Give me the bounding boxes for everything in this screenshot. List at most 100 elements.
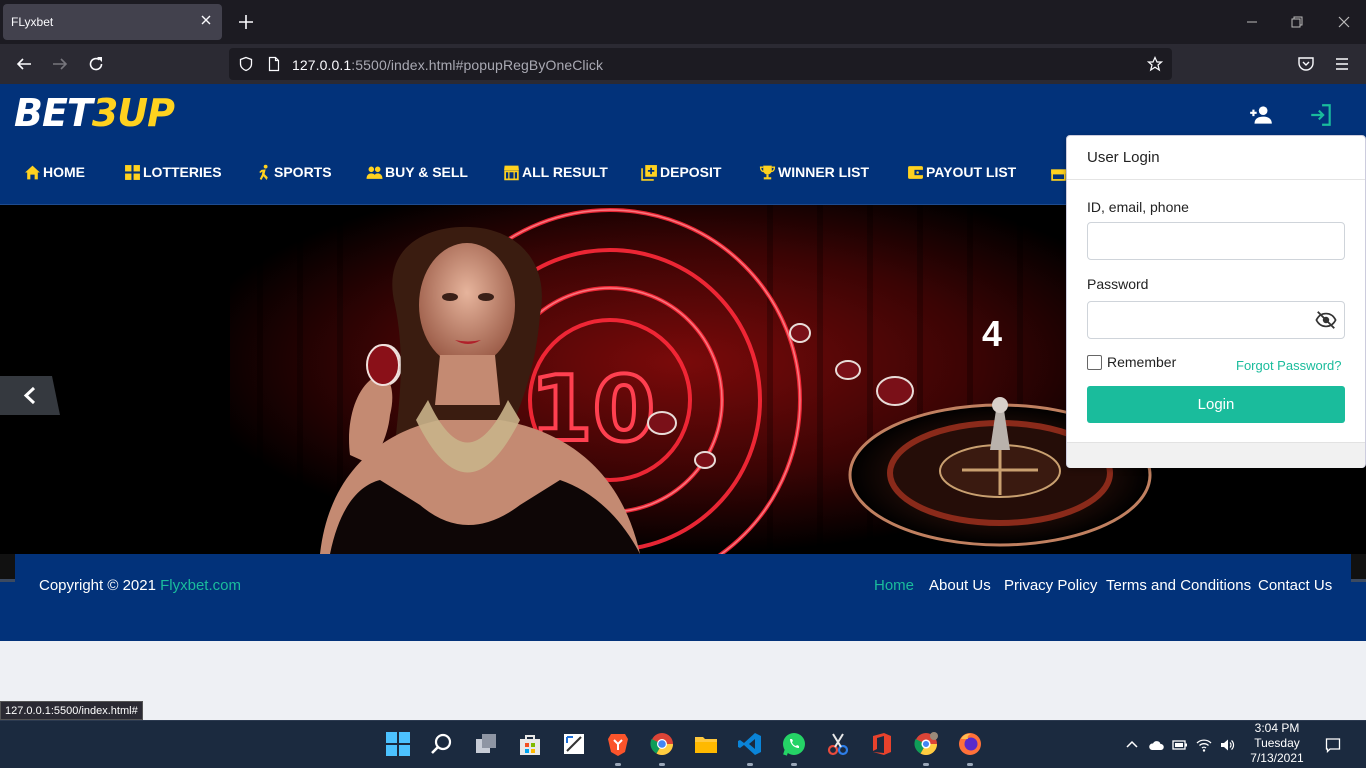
logo-accent-text: 3UP bbox=[91, 91, 175, 135]
new-tab-icon[interactable] bbox=[236, 12, 256, 32]
id-email-phone-input[interactable] bbox=[1087, 222, 1345, 260]
remember-label: Remember bbox=[1107, 354, 1177, 370]
menu-item-sports[interactable]: SPORTS bbox=[255, 162, 332, 182]
pocket-icon[interactable] bbox=[1296, 54, 1316, 74]
close-tab-icon[interactable] bbox=[199, 13, 213, 27]
clock-date: 7/13/2021 bbox=[1250, 751, 1304, 765]
login-footer bbox=[1067, 442, 1365, 468]
add-box-icon bbox=[641, 164, 657, 181]
menu-label: HOME bbox=[43, 164, 85, 180]
page-icon[interactable] bbox=[266, 56, 282, 72]
password-input[interactable] bbox=[1087, 301, 1345, 339]
footer-link-privacy[interactable]: Privacy Policy bbox=[1004, 577, 1097, 594]
runner-icon bbox=[259, 164, 268, 180]
back-icon[interactable] bbox=[14, 54, 34, 74]
login-title: User Login bbox=[1087, 149, 1160, 166]
task-view-icon[interactable] bbox=[473, 731, 499, 757]
wifi-icon[interactable] bbox=[1196, 737, 1212, 753]
grid-icon bbox=[125, 164, 140, 180]
menu-item-buy-sell[interactable]: BUY & SELL bbox=[366, 162, 468, 182]
battery-icon[interactable] bbox=[1172, 737, 1188, 753]
reload-icon[interactable] bbox=[86, 54, 106, 74]
toggle-password-visibility-icon[interactable] bbox=[1315, 309, 1337, 331]
menu-item-winner-list[interactable]: WINNER LIST bbox=[759, 162, 869, 182]
store-app-icon[interactable] bbox=[517, 731, 543, 757]
copyright-text: Copyright © 2021 Flyxbet.com bbox=[39, 577, 241, 594]
people-icon bbox=[366, 166, 383, 179]
whatsapp-icon[interactable] bbox=[781, 731, 807, 757]
bookmark-star-icon[interactable] bbox=[1147, 56, 1163, 72]
volume-icon[interactable] bbox=[1219, 737, 1235, 753]
chevron-up-icon[interactable] bbox=[1124, 737, 1140, 753]
menu-label: ALL RESULT bbox=[522, 164, 608, 180]
search-icon[interactable] bbox=[429, 731, 455, 757]
remember-checkbox[interactable] bbox=[1087, 355, 1102, 370]
brave-browser-icon[interactable] bbox=[605, 731, 631, 757]
browser-tab[interactable]: FLyxbet bbox=[3, 4, 222, 40]
tab-title: FLyxbet bbox=[11, 15, 54, 29]
taskbar-clock[interactable]: 3:04 PM Tuesday 7/13/2021 bbox=[1244, 721, 1310, 766]
footer-link-home[interactable]: Home bbox=[874, 577, 914, 594]
menu-item-payout-list[interactable]: PAYOUT LIST bbox=[907, 162, 1016, 182]
carousel-prev-button[interactable] bbox=[0, 376, 60, 415]
url-bar[interactable]: 127.0.0.1:5500/index.html#popupRegByOneC… bbox=[229, 48, 1172, 80]
browser-nav-bar: 127.0.0.1:5500/index.html#popupRegByOneC… bbox=[0, 44, 1366, 84]
store-icon bbox=[504, 165, 519, 180]
running-indicator bbox=[615, 763, 621, 766]
notification-icon[interactable] bbox=[1325, 737, 1341, 753]
register-user-icon[interactable] bbox=[1248, 102, 1274, 128]
login-divider bbox=[1067, 179, 1365, 180]
footer-link-terms[interactable]: Terms and Conditions bbox=[1106, 577, 1251, 594]
running-indicator bbox=[923, 763, 929, 766]
menu-item-lotteries[interactable]: LOTTERIES bbox=[124, 162, 222, 182]
windows-taskbar bbox=[0, 720, 1366, 768]
clock-day: Tuesday bbox=[1254, 736, 1300, 750]
restore-icon[interactable] bbox=[1289, 14, 1305, 30]
slide-number: 4 bbox=[982, 313, 1003, 354]
user-login-popup: User Login ID, email, phone Password Rem… bbox=[1066, 135, 1366, 468]
url-path: :5500/index.html#popupRegByOneClick bbox=[351, 57, 604, 73]
footer-edge-left bbox=[0, 554, 15, 582]
trophy-icon bbox=[759, 165, 776, 179]
file-explorer-icon[interactable] bbox=[693, 731, 719, 757]
clock-time: 3:04 PM bbox=[1254, 721, 1300, 735]
menu-item-home[interactable]: HOME bbox=[24, 162, 85, 182]
menu-item-deposit[interactable]: DEPOSIT bbox=[641, 162, 721, 182]
copyright-prefix: Copyright © 2021 bbox=[39, 577, 161, 594]
forward-icon[interactable] bbox=[50, 54, 70, 74]
firefox-icon[interactable] bbox=[957, 731, 983, 757]
footer-link-contact[interactable]: Contact Us bbox=[1258, 577, 1332, 594]
status-url-tooltip: 127.0.0.1:5500/index.html# bbox=[0, 701, 143, 720]
menu-item-all-result[interactable]: ALL RESULT bbox=[503, 162, 608, 182]
login-button[interactable]: Login bbox=[1087, 386, 1345, 423]
office-icon[interactable] bbox=[869, 731, 895, 757]
chrome-profile-icon[interactable] bbox=[913, 731, 939, 757]
menu-label: SPORTS bbox=[274, 164, 332, 180]
shield-icon[interactable] bbox=[238, 56, 254, 72]
site-logo[interactable]: BET3UP bbox=[14, 91, 175, 135]
running-indicator bbox=[747, 763, 753, 766]
hamburger-menu-icon[interactable] bbox=[1332, 54, 1352, 74]
copyright-site-link[interactable]: Flyxbet.com bbox=[160, 577, 241, 594]
password-label: Password bbox=[1087, 276, 1149, 292]
footer-link-about[interactable]: About Us bbox=[929, 577, 991, 594]
gift-icon bbox=[1051, 168, 1066, 181]
close-window-icon[interactable] bbox=[1336, 14, 1352, 30]
start-windows-icon[interactable] bbox=[385, 731, 411, 757]
menu-label: WINNER LIST bbox=[778, 164, 869, 180]
onedrive-cloud-icon[interactable] bbox=[1148, 737, 1164, 753]
url-text[interactable]: 127.0.0.1:5500/index.html#popupRegByOneC… bbox=[292, 57, 603, 73]
minimize-icon[interactable] bbox=[1244, 14, 1260, 30]
forgot-password-link[interactable]: Forgot Password? bbox=[1236, 358, 1342, 373]
snip-sketch-icon[interactable] bbox=[825, 731, 851, 757]
snipping-tool-icon[interactable] bbox=[561, 731, 587, 757]
menu-label: LOTTERIES bbox=[143, 164, 222, 180]
running-indicator bbox=[791, 763, 797, 766]
running-indicator bbox=[967, 763, 973, 766]
vscode-icon[interactable] bbox=[737, 731, 763, 757]
browser-tab-bar: FLyxbet bbox=[0, 0, 1366, 44]
chrome-icon[interactable] bbox=[649, 731, 675, 757]
menu-label: PAYOUT LIST bbox=[926, 164, 1017, 180]
menu-label: BUY & SELL bbox=[385, 164, 468, 180]
login-icon[interactable] bbox=[1308, 102, 1334, 128]
